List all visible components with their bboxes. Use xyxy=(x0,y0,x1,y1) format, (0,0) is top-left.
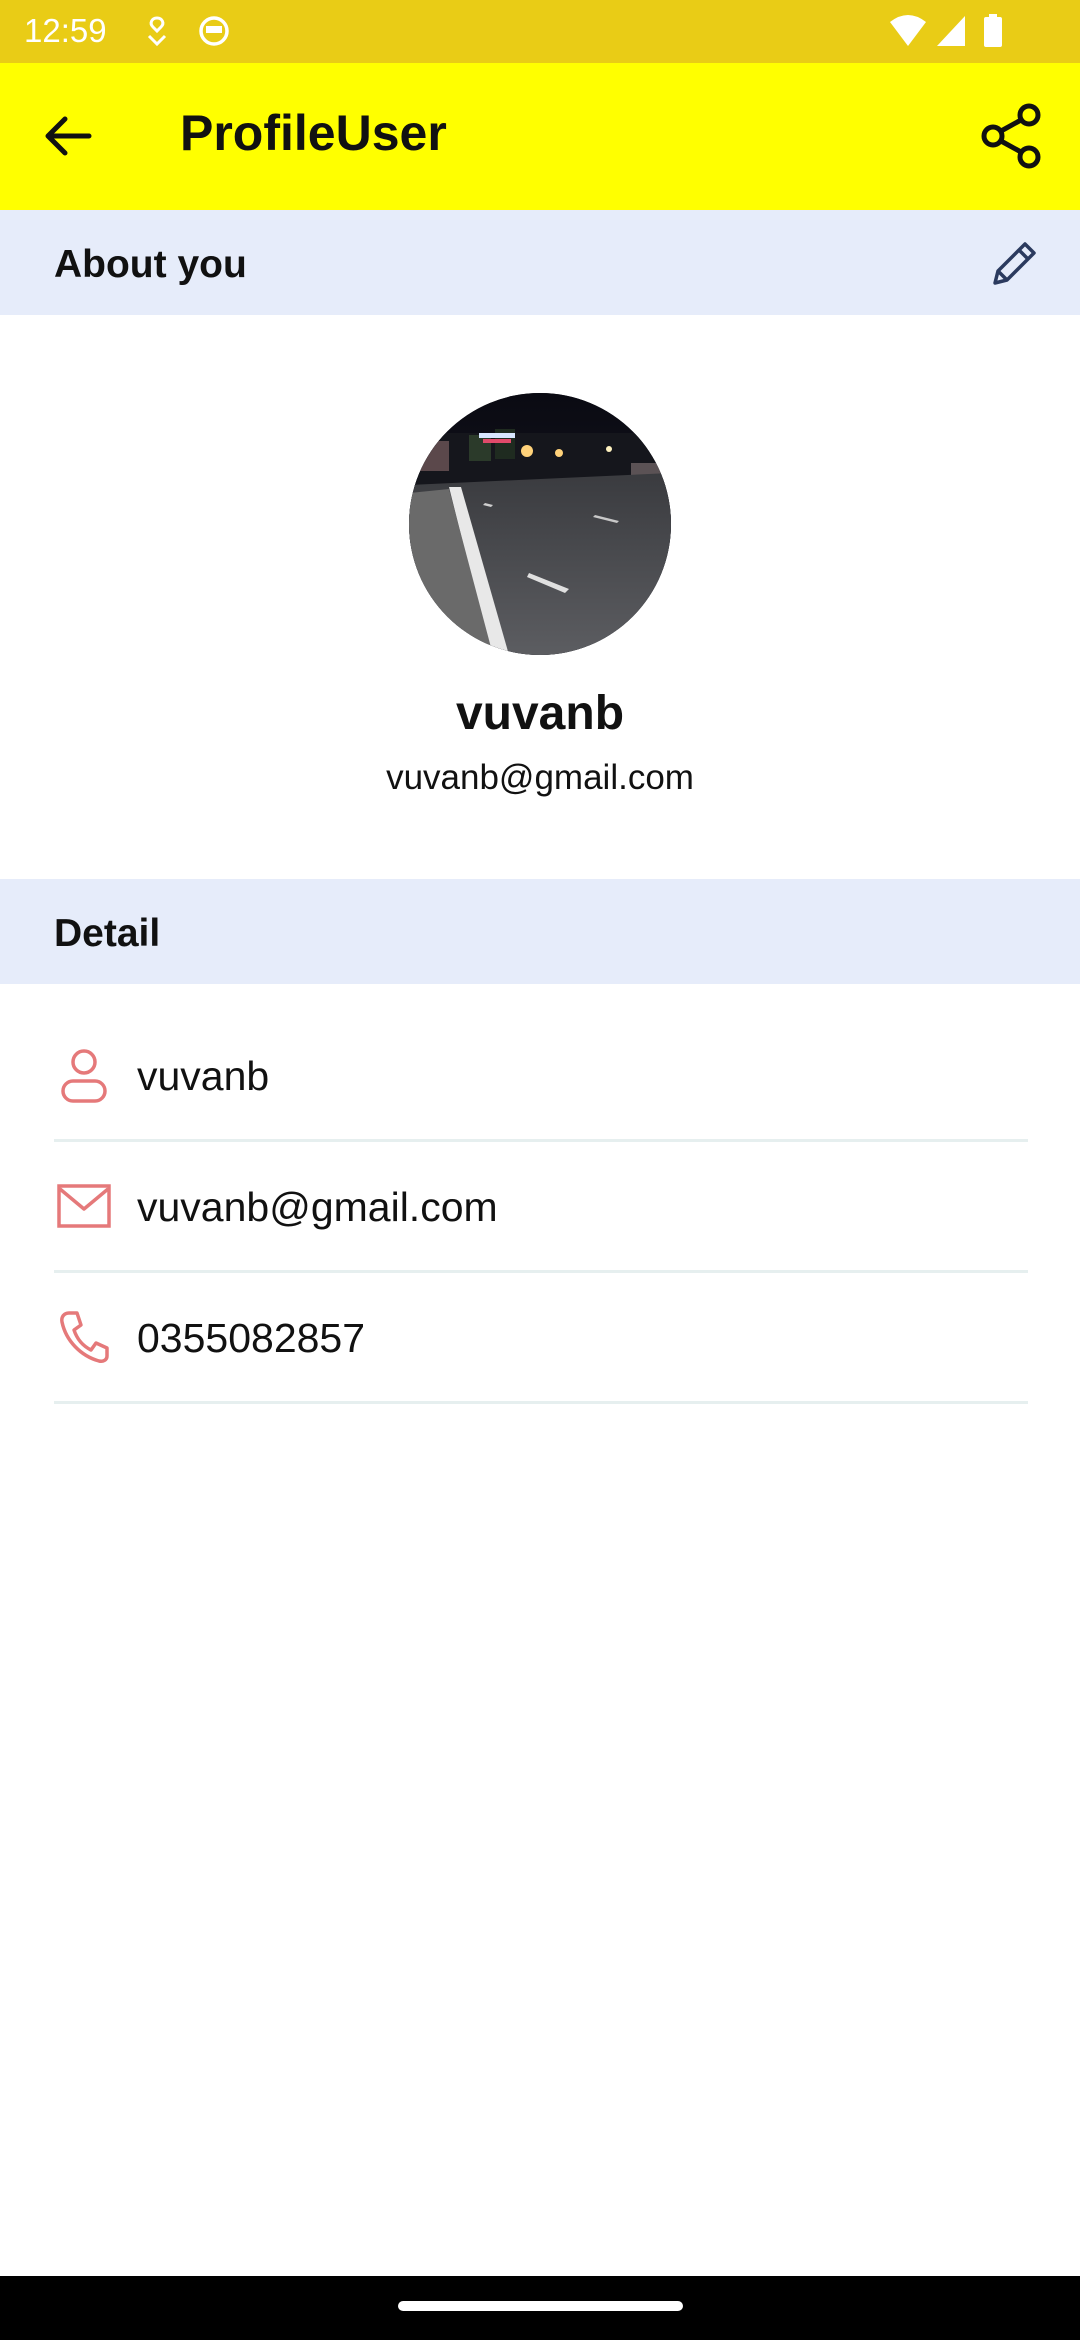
face-icon xyxy=(197,14,231,53)
detail-row-phone: 0355082857 xyxy=(54,1274,1028,1404)
profile-name: vuvanb xyxy=(455,687,625,740)
profile-email: vuvanb@gmail.com xyxy=(386,758,694,797)
wifi-icon xyxy=(888,14,928,53)
detail-phone: 0355082857 xyxy=(137,1315,366,1361)
share-button[interactable] xyxy=(972,96,1052,176)
detail-section-title: Detail xyxy=(54,912,161,955)
user-icon xyxy=(54,1045,114,1105)
mail-icon xyxy=(54,1176,114,1236)
detail-row-username: vuvanb xyxy=(54,1012,1028,1142)
avatar[interactable] xyxy=(409,393,671,655)
page-title: ProfileUser xyxy=(180,105,447,161)
detail-username: vuvanb xyxy=(137,1053,270,1099)
vpn-icon xyxy=(143,14,171,53)
home-indicator[interactable] xyxy=(398,2301,683,2311)
battery-icon xyxy=(983,14,1003,53)
about-section-title: About you xyxy=(54,243,247,286)
back-button[interactable] xyxy=(28,103,108,169)
phone-icon xyxy=(54,1307,114,1367)
detail-email: vuvanb@gmail.com xyxy=(137,1184,498,1230)
signal-icon xyxy=(935,14,967,53)
edit-profile-button[interactable] xyxy=(980,228,1050,298)
navigation-bar xyxy=(0,2276,1080,2340)
about-section-header: About you xyxy=(0,210,1080,315)
avatar-photo xyxy=(409,393,671,655)
status-bar: 12:59 xyxy=(0,0,1080,63)
arrow-left-icon xyxy=(45,116,92,156)
status-time: 12:59 xyxy=(24,12,107,49)
detail-section-header: Detail xyxy=(0,879,1080,984)
pencil-icon xyxy=(993,242,1036,285)
detail-row-email: vuvanb@gmail.com xyxy=(54,1143,1028,1273)
app-bar: ProfileUser xyxy=(0,63,1080,210)
share-icon xyxy=(981,103,1041,169)
